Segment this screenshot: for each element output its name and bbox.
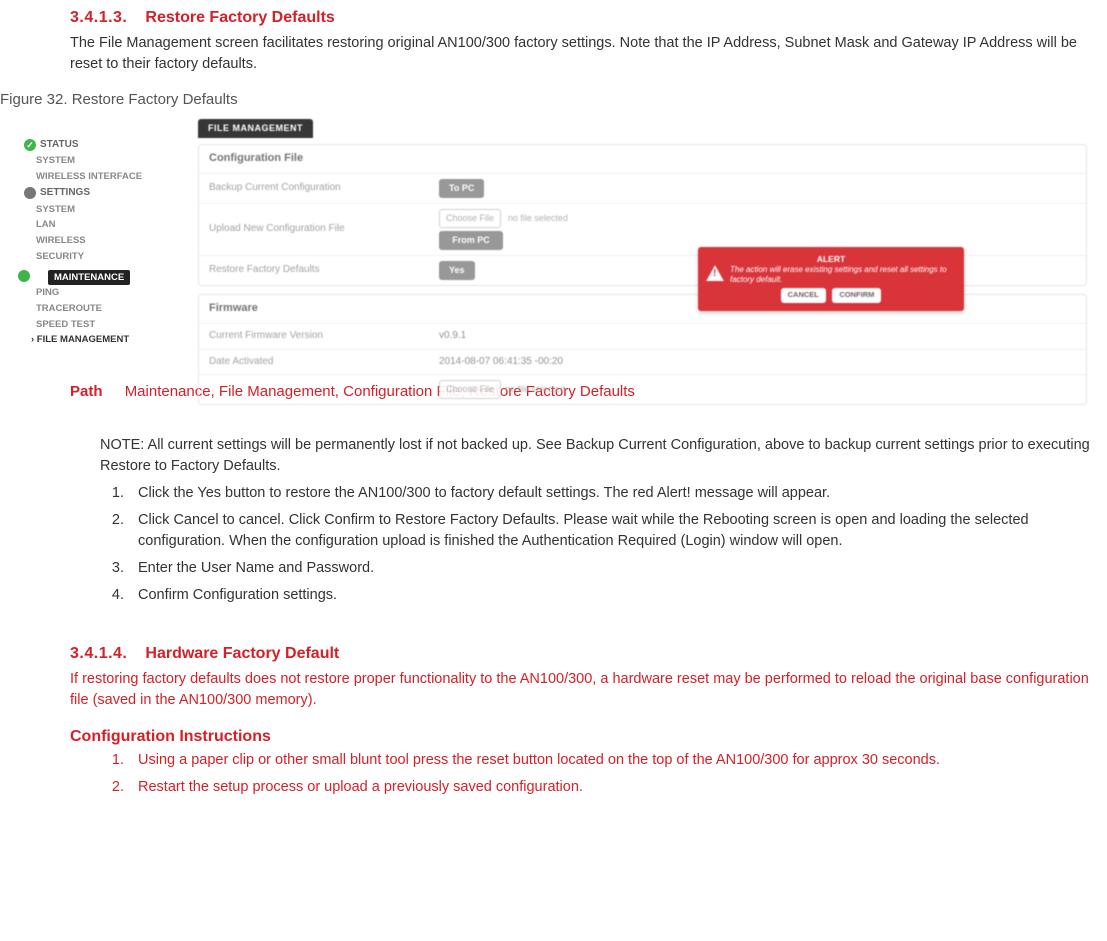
- section-title: Restore Factory Defaults: [145, 9, 334, 26]
- step-item: Enter the User Name and Password.: [128, 558, 1097, 579]
- sidebar-sub[interactable]: SECURITY: [18, 249, 168, 265]
- embedded-ui-figure: ✓STATUS SYSTEM WIRELESS INTERFACE SETTIN…: [18, 117, 1107, 367]
- sidebar-sub[interactable]: PING: [18, 285, 168, 301]
- sidebar-sub[interactable]: SYSTEM: [18, 202, 168, 218]
- sidebar-sub[interactable]: SPEED TEST: [18, 317, 168, 333]
- sidebar-sub[interactable]: TRACEROUTE: [18, 301, 168, 317]
- step-item: Restart the setup process or upload a pr…: [128, 777, 1097, 798]
- choose-file-button[interactable]: Choose File: [439, 380, 501, 399]
- section-body: If restoring factory defaults does not r…: [0, 669, 1107, 711]
- alert-message: The action will erase existing settings …: [730, 265, 956, 284]
- config-steps-list: Using a paper clip or other small blunt …: [0, 750, 1107, 798]
- section-number: 3.4.1.4.: [70, 645, 127, 662]
- from-pc-button[interactable]: From PC: [439, 231, 503, 250]
- row-backup: Backup Current Configuration To PC: [199, 173, 1086, 203]
- warning-icon: [706, 265, 724, 281]
- step-item: Using a paper clip or other small blunt …: [128, 750, 1097, 771]
- status-icon: ✓: [24, 139, 36, 151]
- sidebar-item-settings[interactable]: SETTINGS: [18, 185, 168, 202]
- panel-title: Configuration File: [199, 145, 1086, 173]
- ui-main: FILE MANAGEMENT Configuration File Backu…: [168, 117, 1107, 367]
- step-item: Click the Yes button to restore the AN10…: [128, 483, 1097, 504]
- row-firmware-version: Current Firmware Version v0.9.1: [199, 323, 1086, 349]
- ui-sidebar: ✓STATUS SYSTEM WIRELESS INTERFACE SETTIN…: [18, 117, 168, 367]
- to-pc-button[interactable]: To PC: [439, 179, 484, 198]
- step-item: Click Cancel to cancel. Click Confirm to…: [128, 510, 1097, 552]
- ui-tab-title: FILE MANAGEMENT: [198, 119, 313, 138]
- figure-caption: Figure 32. Restore Factory Defaults: [0, 89, 1107, 111]
- no-file-label: no file selected: [508, 213, 568, 223]
- sidebar-sub[interactable]: WIRELESS: [18, 233, 168, 249]
- row-date-activated: Date Activated 2014-08-07 06:41:35 -00:2…: [199, 349, 1086, 375]
- section-heading: 3.4.1.4. Hardware Factory Default: [0, 636, 1107, 665]
- steps-list: Click the Yes button to restore the AN10…: [0, 483, 1107, 606]
- sidebar-item-status[interactable]: ✓STATUS: [18, 137, 168, 154]
- alert-title: ALERT: [706, 253, 956, 265]
- section-title: Hardware Factory Default: [145, 645, 339, 662]
- sidebar-item-file-management[interactable]: › FILE MANAGEMENT: [18, 333, 168, 347]
- yes-button[interactable]: Yes: [439, 261, 475, 280]
- row-firmware-upload: Choose File no file selected: [199, 374, 1086, 404]
- sidebar-sub[interactable]: SYSTEM: [18, 153, 168, 169]
- section-number: 3.4.1.3.: [70, 9, 127, 26]
- cancel-button[interactable]: CANCEL: [781, 288, 826, 303]
- date-activated-value: 2014-08-07 06:41:35 -00:20: [439, 355, 563, 370]
- config-instructions-heading: Configuration Instructions: [0, 725, 1107, 748]
- no-file-label: no file selected: [505, 383, 565, 396]
- sidebar-sub[interactable]: WIRELESS INTERFACE: [18, 169, 168, 185]
- path-label: Path: [70, 383, 103, 400]
- firmware-version-value: v0.9.1: [439, 329, 466, 344]
- choose-file-button[interactable]: Choose File: [439, 209, 501, 228]
- sidebar-item-maintenance[interactable]: MAINTENANCE: [18, 268, 168, 286]
- gear-icon: [24, 187, 36, 199]
- alert-dialog: ALERT The action will erase existing set…: [698, 247, 964, 311]
- section-body: The File Management screen facilitates r…: [0, 33, 1107, 75]
- wrench-icon: [18, 270, 30, 282]
- step-item: Confirm Configuration settings.: [128, 585, 1097, 606]
- section-heading: 3.4.1.3. Restore Factory Defaults: [0, 0, 1107, 29]
- confirm-button[interactable]: CONFIRM: [832, 288, 881, 303]
- note-text: NOTE: All current settings will be perma…: [0, 435, 1107, 477]
- sidebar-sub[interactable]: LAN: [18, 217, 168, 233]
